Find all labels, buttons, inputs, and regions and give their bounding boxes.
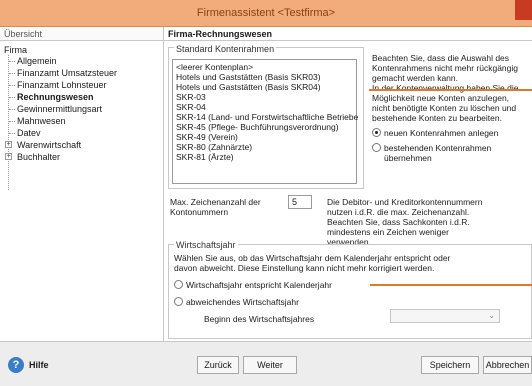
- kontenrahmen-label: Standard Kontenrahmen: [174, 44, 277, 54]
- next-button[interactable]: Weiter: [243, 356, 297, 374]
- help-label[interactable]: Hilfe: [29, 360, 49, 370]
- radio-wj-kalenderjahr[interactable]: Wirtschaftsjahr entspricht Kalenderjahr: [174, 280, 374, 290]
- back-button[interactable]: Zurück: [197, 356, 239, 374]
- cancel-button[interactable]: Abbrechen: [483, 356, 532, 374]
- overview-header: Übersicht: [0, 27, 164, 41]
- page-title: Firma-Rechnungswesen: [164, 27, 532, 41]
- radio-unselected-icon: [174, 280, 183, 289]
- save-button[interactable]: Speichern: [421, 356, 479, 374]
- footer-bar: ? Hilfe Zurück Weiter Speichern Abbreche…: [0, 341, 532, 386]
- beginn-wj-select[interactable]: ⌄: [390, 309, 500, 323]
- zeichenanzahl-input[interactable]: 5: [288, 195, 312, 209]
- kontenrahmen-listbox[interactable]: <leerer Kontenplan> Hotels und Gaststätt…: [172, 59, 358, 184]
- zeichenanzahl-label: Max. Zeichenanzahl der Kontonummern: [170, 197, 261, 217]
- radio-unselected-icon: [372, 143, 381, 152]
- tree-item-warenwirtschaft[interactable]: Warenwirtschaft: [17, 140, 81, 150]
- kontenrahmen-note: Beachten Sie, dass die Auswahl des Konte…: [372, 53, 519, 123]
- tree-item-datev[interactable]: Datev: [17, 128, 41, 138]
- wirtschaftsjahr-label: Wirtschaftsjahr: [174, 240, 238, 250]
- chevron-down-icon: ⌄: [488, 311, 495, 320]
- zeichenanzahl-note: Die Debitor- und Kreditorkontennummern n…: [327, 197, 483, 247]
- tree-item-finanzamt-umsatzsteuer[interactable]: Finanzamt Umsatzsteuer: [17, 68, 117, 78]
- tree-item-allgemein[interactable]: Allgemein: [17, 56, 57, 66]
- radio-selected-icon: [372, 128, 381, 137]
- tree-item-buchhalter[interactable]: Buchhalter: [17, 152, 60, 162]
- beginn-wj-label: Beginn des Wirtschaftsjahres: [204, 314, 315, 324]
- list-item[interactable]: Hotels und Gaststätten (Basis SKR03): [176, 72, 353, 82]
- expand-icon[interactable]: +: [5, 141, 12, 148]
- radio-existing-kontenrahmen[interactable]: bestehenden Kontenrahmen übernehmen: [372, 143, 532, 163]
- accent-line: [369, 89, 532, 91]
- radio-unselected-icon: [174, 297, 183, 306]
- main-panel: Standard Kontenrahmen <leerer Kontenplan…: [164, 41, 532, 341]
- list-item[interactable]: SKR-45 (Pflege- Buchführungsverordnung): [176, 122, 353, 132]
- navigation-tree: Firma Allgemein Finanzamt Umsatzsteuer F…: [0, 41, 164, 341]
- tree-root-firma[interactable]: Firma: [4, 45, 27, 55]
- list-item[interactable]: SKR-03: [176, 92, 353, 102]
- radio-wj-abweichend[interactable]: abweichendes Wirtschaftsjahr: [174, 297, 374, 307]
- list-item[interactable]: SKR-04: [176, 102, 353, 112]
- accent-line: [370, 284, 532, 286]
- tree-item-gewinnermittlungsart[interactable]: Gewinnermittlungsart: [17, 104, 102, 114]
- list-item[interactable]: SKR-80 (Zahnärzte): [176, 142, 353, 152]
- close-button[interactable]: [515, 0, 532, 20]
- tree-item-mahnwesen[interactable]: Mahnwesen: [17, 116, 66, 126]
- tree-item-rechnungswesen[interactable]: Rechnungswesen: [17, 92, 94, 102]
- window-title: Firmenassistent <Testfirma>: [196, 7, 336, 19]
- expand-icon[interactable]: +: [5, 153, 12, 160]
- title-bar: Firmenassistent <Testfirma>: [0, 0, 532, 27]
- help-icon[interactable]: ?: [8, 357, 24, 373]
- list-item[interactable]: <leerer Kontenplan>: [176, 62, 353, 72]
- list-item[interactable]: SKR-49 (Verein): [176, 132, 353, 142]
- wirtschaftsjahr-description: Wählen Sie aus, ob das Wirtschaftsjahr d…: [174, 253, 451, 273]
- list-item[interactable]: Hotels und Gaststätten (Basis SKR04): [176, 82, 353, 92]
- radio-new-kontenrahmen[interactable]: neuen Kontenrahmen anlegen: [372, 128, 532, 138]
- list-item[interactable]: SKR-14 (Land- und Forstwirtschaftliche B…: [176, 112, 358, 122]
- list-item[interactable]: SKR-81 (Ärzte): [176, 152, 353, 162]
- tree-item-finanzamt-lohnsteuer[interactable]: Finanzamt Lohnsteuer: [17, 80, 107, 90]
